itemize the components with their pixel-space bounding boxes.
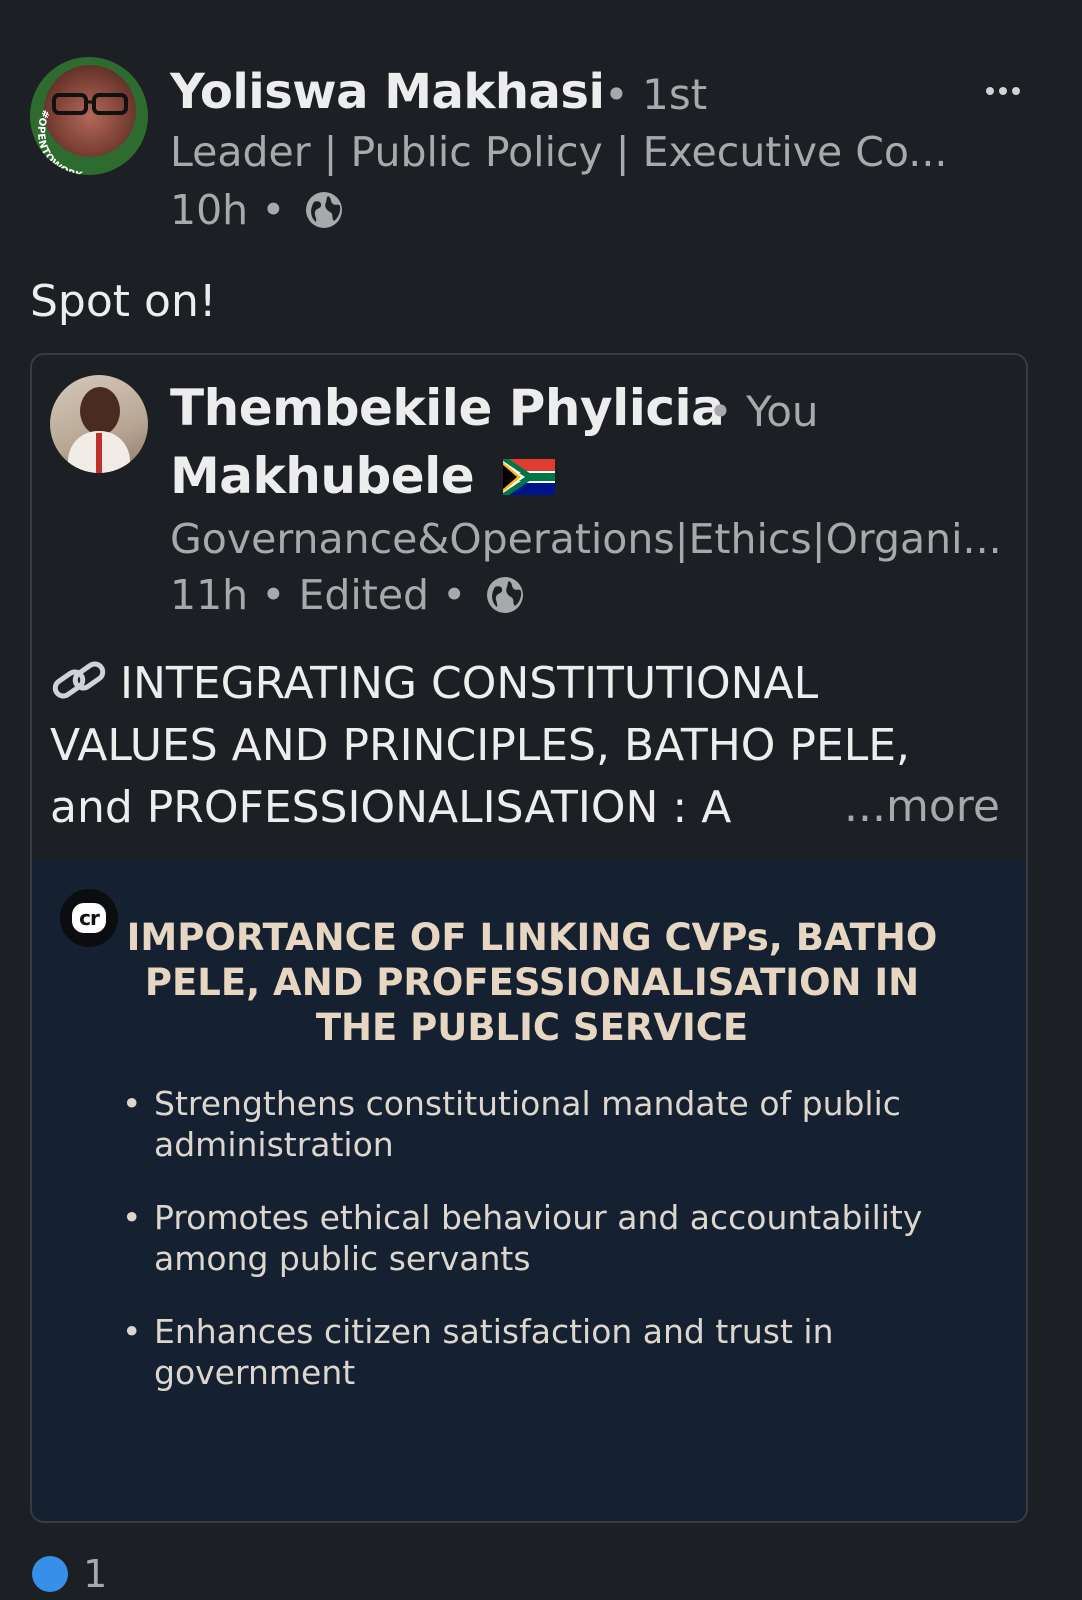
shared-post-text-line1: INTEGRATING CONSTITUTIONAL — [120, 658, 819, 709]
post-commentary: Spot on! — [30, 276, 217, 327]
document-bullet-line: administration — [154, 1125, 394, 1164]
document-title-line3: THE PUBLIC SERVICE — [315, 1006, 749, 1049]
document-title: IMPORTANCE OF LINKING CVPs, BATHO PELE, … — [92, 915, 972, 1050]
svg-text:#OPENTOWORK: #OPENTOWORK — [35, 108, 85, 175]
document-bullet-list: Strengthens constitutional mandate of pu… — [122, 1083, 942, 1425]
shared-post-timestamp: 11h — [170, 571, 249, 619]
shared-post-card[interactable]: Thembekile Phylicia • You Makhubele Gove… — [30, 353, 1028, 1523]
shared-author-surname[interactable]: Makhubele — [170, 447, 475, 505]
post-meta: 10h • — [170, 186, 344, 234]
edited-label: Edited — [298, 571, 430, 619]
shared-post-text-line2: VALUES AND PRINCIPLES, BATHO PELE, — [50, 720, 911, 771]
shared-author-headline: Governance&Operations|Ethics|Organi... — [170, 515, 1002, 563]
shared-post-meta: 11h • Edited • — [170, 571, 525, 619]
document-bullet-line: Enhances citizen satisfaction and trust … — [154, 1312, 834, 1351]
open-to-work-label: #OPENTOWORK — [35, 108, 84, 175]
more-options-button[interactable] — [978, 66, 1028, 116]
document-bullet: Strengthens constitutional mandate of pu… — [122, 1083, 942, 1165]
author-avatar[interactable]: #OPENTOWORK — [30, 57, 148, 175]
like-icon — [32, 1556, 68, 1592]
document-title-line2: PELE, AND PROFESSIONALISATION IN — [144, 961, 920, 1004]
shared-author-name[interactable]: Thembekile Phylicia — [170, 379, 725, 437]
ellipsis-icon — [986, 87, 1020, 95]
document-title-line1: IMPORTANCE OF LINKING CVPs, BATHO — [126, 916, 938, 959]
shared-author-lanyard — [96, 433, 102, 473]
connection-degree: • 1st — [604, 70, 708, 119]
south-africa-flag-icon — [503, 459, 556, 495]
shared-author-relation: • You — [708, 387, 819, 436]
document-bullet-line: Promotes ethical behaviour and accountab… — [154, 1198, 923, 1237]
see-more-link[interactable]: ...more — [844, 781, 1000, 832]
reaction-count: 1 — [83, 1556, 108, 1596]
globe-icon — [487, 577, 524, 613]
author-headline: Leader | Public Policy | Executive Co... — [170, 128, 948, 176]
meta-separator: • — [442, 571, 467, 619]
meta-separator: • — [261, 186, 286, 234]
document-bullet-line: among public servants — [154, 1239, 531, 1278]
shared-author-photo — [80, 387, 120, 435]
post-timestamp: 10h — [170, 186, 249, 234]
document-bullet-line: government — [154, 1353, 356, 1392]
link-icon — [52, 661, 106, 699]
meta-separator: • — [261, 571, 286, 619]
document-bullet: Promotes ethical behaviour and accountab… — [122, 1197, 942, 1279]
shared-author-avatar[interactable] — [50, 375, 148, 473]
globe-icon — [306, 192, 343, 228]
open-to-work-badge: #OPENTOWORK — [35, 108, 85, 175]
author-name[interactable]: Yoliswa Makhasi — [170, 64, 605, 120]
post-image[interactable]: cr IMPORTANCE OF LINKING CVPs, BATHO PEL… — [32, 859, 1026, 1521]
shared-author-name-continued[interactable]: Makhubele — [170, 447, 556, 505]
document-bullet: Enhances citizen satisfaction and trust … — [122, 1311, 942, 1393]
reactions-summary[interactable]: 1 — [32, 1556, 107, 1600]
document-bullet-line: Strengthens constitutional mandate of pu… — [154, 1084, 901, 1123]
shared-post-text-line: INTEGRATING CONSTITUTIONAL — [50, 653, 1010, 715]
